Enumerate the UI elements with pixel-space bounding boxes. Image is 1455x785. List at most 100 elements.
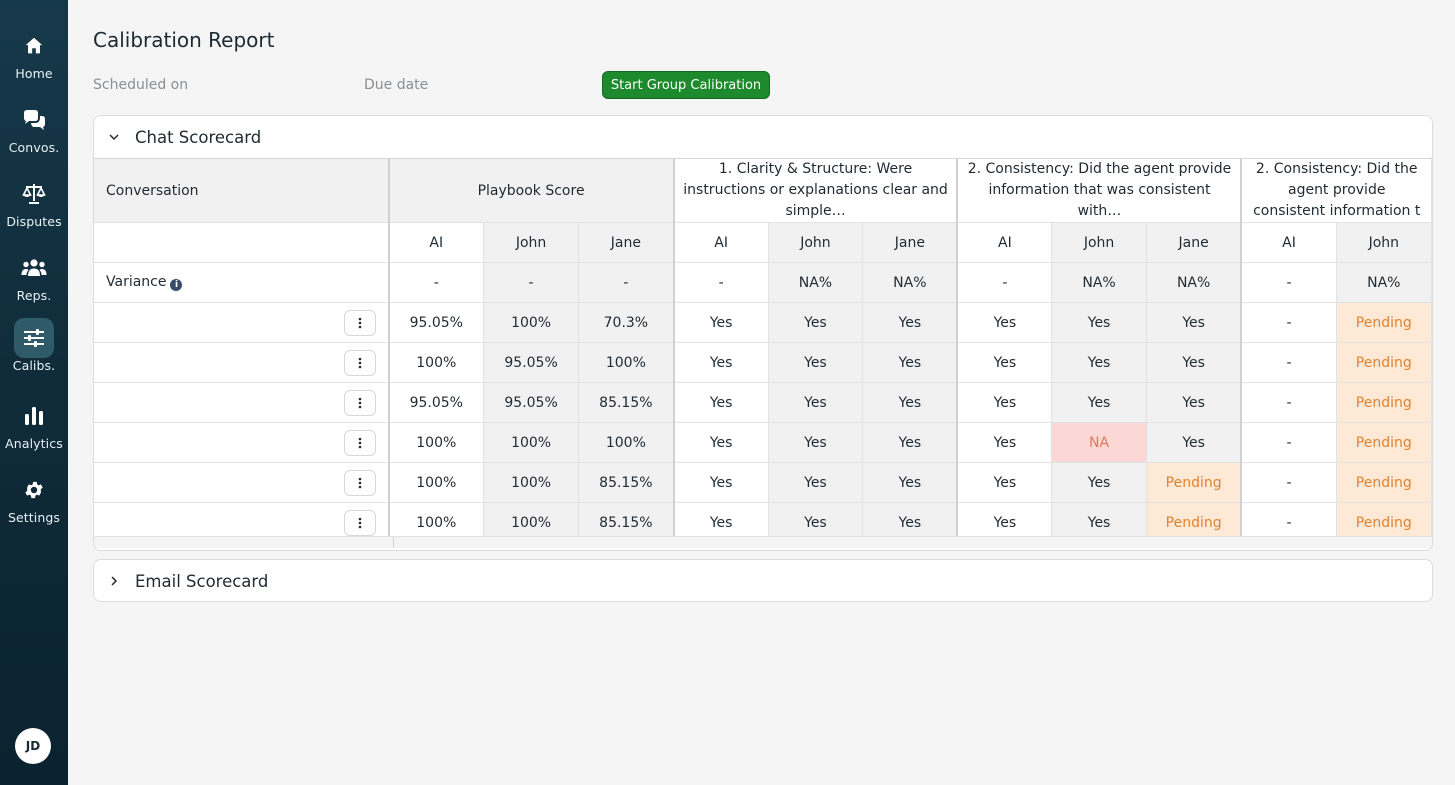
score-cell: Yes <box>768 302 864 343</box>
vertical-dots-icon <box>358 317 361 329</box>
nav-disputes[interactable]: Disputes <box>0 172 68 240</box>
sub-header-ai: AI <box>387 222 485 263</box>
sub-header-empty <box>94 222 390 263</box>
chat-scorecard-header[interactable]: Chat Scorecard <box>94 116 1432 158</box>
vertical-dots-icon <box>358 437 361 449</box>
conversation-cell[interactable] <box>94 302 390 343</box>
nav-home[interactable]: Home <box>0 24 68 92</box>
na-cell: NA <box>1051 422 1147 463</box>
score-cell: 100% <box>578 422 675 463</box>
table-row[interactable]: 100% 95.05% 100% Yes Yes Yes Yes Yes Yes - Pending <box>94 342 1432 383</box>
group-header-consistency-2: 2. Consistency: Did the agent provide co… <box>1240 159 1432 223</box>
score-cell: Yes <box>956 342 1053 383</box>
variance-value: NA% <box>1336 262 1432 303</box>
vertical-dots-icon <box>358 397 361 409</box>
table-row[interactable]: 100% 100% 85.15% Yes Yes Yes Yes Yes Pending - Pen… <box>94 462 1432 503</box>
email-scorecard-header[interactable]: Email Scorecard <box>94 560 1432 601</box>
scheduled-on-label: Scheduled on <box>93 77 189 93</box>
vertical-dots-icon <box>358 357 361 369</box>
more-options-button[interactable] <box>343 310 376 336</box>
sub-header-ai: AI <box>956 222 1053 263</box>
variance-value: - <box>483 262 580 303</box>
score-cell: Yes <box>862 422 958 463</box>
conversation-cell[interactable] <box>94 342 390 383</box>
horizontal-scrollbar[interactable] <box>94 536 1432 548</box>
score-cell: 100% <box>483 462 580 503</box>
pending-cell: Pending <box>1336 422 1432 463</box>
group-header-consistency: 2. Consistency: Did the agent provide in… <box>956 159 1242 223</box>
score-cell: 100% <box>387 342 485 383</box>
score-cell: 100% <box>483 302 580 343</box>
variance-value: - <box>387 262 485 303</box>
nav-label: Disputes <box>6 214 62 229</box>
more-options-button[interactable] <box>343 430 376 456</box>
nav-reps[interactable]: Reps. <box>0 246 68 314</box>
chat-scorecard-title: Chat Scorecard <box>135 127 262 147</box>
sub-header-john: John <box>483 222 580 263</box>
conversation-cell[interactable] <box>94 382 390 423</box>
pending-cell: Pending <box>1336 382 1432 423</box>
sub-header-row: AI John Jane AI John Jane AI John Jane AI John <box>94 222 1432 263</box>
variance-value: NA% <box>1051 262 1147 303</box>
score-cell: - <box>1240 342 1337 383</box>
more-options-button[interactable] <box>343 510 376 536</box>
nav-label: Convos. <box>8 140 60 155</box>
score-cell: Yes <box>672 342 769 383</box>
sub-header-john: John <box>1051 222 1147 263</box>
table-row[interactable]: 95.05% 100% 70.3% Yes Yes Yes Yes Yes Yes - Pendin… <box>94 302 1432 343</box>
score-cell: 95.05% <box>483 342 580 383</box>
score-cell: 95.05% <box>387 302 485 343</box>
variance-label: Variance <box>106 274 167 290</box>
sidebar: Home Convos. Disputes Reps. Calibs. Anal… <box>0 0 68 785</box>
vertical-dots-icon <box>358 517 361 529</box>
bar-chart-icon <box>14 396 54 436</box>
score-cell: - <box>1240 382 1337 423</box>
nav-label: Home <box>15 66 53 81</box>
pending-cell: Pending <box>1336 302 1432 343</box>
more-options-button[interactable] <box>343 470 376 496</box>
score-cell: 100% <box>387 462 485 503</box>
start-group-calibration-button[interactable]: Start Group Calibration <box>602 71 770 99</box>
score-cell: Yes <box>1051 462 1147 503</box>
info-icon[interactable]: i <box>170 279 183 291</box>
more-options-button[interactable] <box>343 350 376 376</box>
score-cell: Yes <box>862 462 958 503</box>
nav-label: Settings <box>7 510 61 525</box>
table-row[interactable]: 100% 100% 100% Yes Yes Yes Yes NA Yes - Pending <box>94 422 1432 463</box>
variance-value: - <box>956 262 1053 303</box>
score-cell: - <box>1240 422 1337 463</box>
more-options-button[interactable] <box>343 390 376 416</box>
score-cell: Yes <box>768 422 864 463</box>
chevron-right-icon[interactable] <box>106 573 122 589</box>
score-cell: Yes <box>862 302 958 343</box>
nav-calibs[interactable]: Calibs. <box>0 316 68 384</box>
score-cell: - <box>1240 462 1337 503</box>
sub-header-jane: Jane <box>1146 222 1242 263</box>
chevron-down-icon[interactable] <box>106 129 122 145</box>
group-header-playbook-score: Playbook Score <box>387 159 675 223</box>
score-cell: Yes <box>672 422 769 463</box>
conversation-cell[interactable] <box>94 422 390 463</box>
sub-header-ai: AI <box>1240 222 1337 263</box>
score-cell: Yes <box>956 462 1053 503</box>
table-row[interactable]: 95.05% 95.05% 85.15% Yes Yes Yes Yes Yes Yes - Pen… <box>94 382 1432 423</box>
conversation-cell[interactable] <box>94 462 390 503</box>
avatar[interactable]: JD <box>15 728 51 764</box>
chat-scorecard-card: Chat Scorecard Conversation Playbook Sco… <box>93 115 1433 551</box>
score-cell: Yes <box>672 382 769 423</box>
nav-analytics[interactable]: Analytics <box>0 394 68 462</box>
score-cell: Yes <box>862 342 958 383</box>
nav-label: Calibs. <box>12 358 56 373</box>
group-header-clarity: 1. Clarity & Structure: Were instruction… <box>672 159 958 223</box>
variance-value: NA% <box>768 262 864 303</box>
nav-convos[interactable]: Convos. <box>0 98 68 166</box>
score-cell: - <box>1240 302 1337 343</box>
pending-cell: Pending <box>1336 462 1432 503</box>
score-cell: Yes <box>1051 382 1147 423</box>
score-cell: 100% <box>387 422 485 463</box>
score-cell: Yes <box>1146 422 1242 463</box>
email-scorecard-title: Email Scorecard <box>135 571 269 591</box>
variance-value: - <box>1240 262 1337 303</box>
page-title: Calibration Report <box>93 28 275 52</box>
nav-settings[interactable]: Settings <box>0 468 68 536</box>
